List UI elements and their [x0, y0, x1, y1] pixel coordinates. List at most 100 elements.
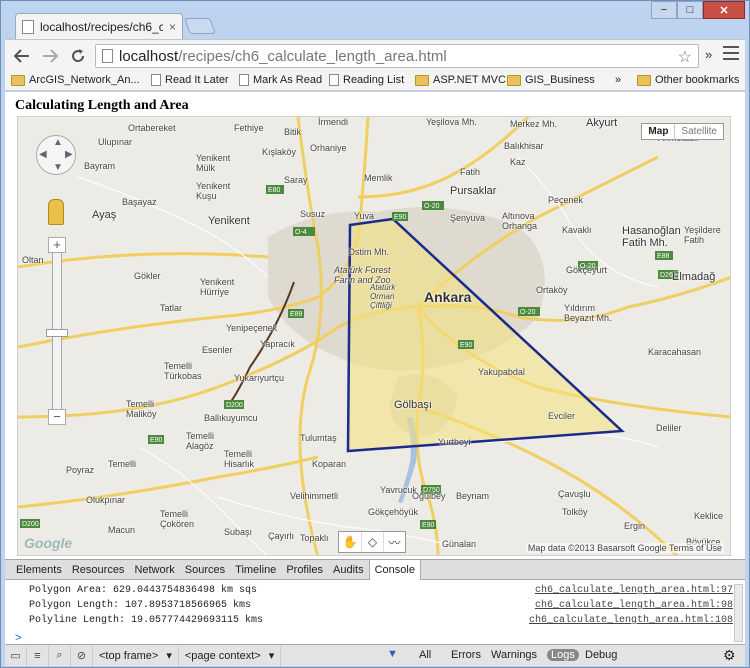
map-label: Hasanoğlan Fatih Mh.: [622, 225, 681, 249]
context-select-label: <page context>: [184, 649, 261, 662]
tab-resources[interactable]: Resources: [67, 560, 130, 580]
map-label: Peçenek: [548, 195, 584, 205]
back-button[interactable]: [11, 45, 33, 67]
minimize-button[interactable]: −: [651, 1, 677, 19]
street-view-pegman-icon[interactable]: [48, 199, 64, 225]
google-map[interactable]: E80 E90 O-20 O-4 E88 O-20 E90 E89 D200 E…: [17, 116, 731, 556]
polyline-tool-icon[interactable]: 〰: [383, 532, 405, 552]
google-logo: Google: [24, 535, 73, 551]
filter-warnings[interactable]: Warnings: [491, 649, 537, 661]
new-tab-button[interactable]: [184, 18, 216, 34]
forward-button[interactable]: [39, 45, 61, 67]
pan-down-icon[interactable]: ▼: [53, 162, 63, 173]
map-label: Ulupınar: [98, 137, 133, 147]
maximize-button[interactable]: □: [677, 1, 703, 19]
map-credit[interactable]: Map data ©2013 Basarsoft Google Terms of…: [525, 543, 724, 553]
bookmark-aspnet[interactable]: ASP.NET MVC: [415, 74, 506, 86]
folder-icon: [637, 74, 651, 86]
web-page: Calculating Length and Area E80 E90 O-20…: [5, 92, 745, 559]
tab-network[interactable]: Network: [129, 560, 179, 580]
svg-text:E90: E90: [150, 437, 163, 444]
map-label: Günalan: [442, 539, 477, 549]
console-source-link[interactable]: ch6_calculate_length_area.html:108: [529, 615, 733, 626]
map-label: Yakupabdal: [478, 367, 525, 377]
map-type-satellite-button[interactable]: Satellite: [674, 124, 723, 139]
map-label: Ortaköy: [536, 285, 568, 295]
pan-left-icon[interactable]: ◀: [39, 149, 47, 160]
map-label: Temelli Alagöz: [186, 431, 215, 451]
address-bar[interactable]: localhost/recipes/ch6_calculate_length_a…: [95, 44, 699, 68]
pan-right-icon[interactable]: ▶: [65, 149, 73, 160]
map-label: Macun: [108, 525, 136, 535]
dock-icon[interactable]: ▭: [5, 645, 27, 666]
dropdown-arrow-icon: ▾: [166, 650, 172, 662]
console-source-link[interactable]: ch6_calculate_length_area.html:98: [535, 600, 733, 611]
map-type-map-button[interactable]: Map: [642, 124, 674, 139]
map-label: Pursaklar: [450, 185, 497, 197]
bookmark-arcgis[interactable]: ArcGIS_Network_An...: [11, 74, 140, 86]
console-source-link[interactable]: ch6_calculate_length_area.html:97: [535, 585, 733, 596]
map-label: Yenikent Hürriye: [200, 277, 235, 297]
close-tab-icon[interactable]: ×: [169, 20, 176, 34]
url-host: localhost: [119, 47, 179, 65]
map-label: Topaklı: [300, 533, 329, 543]
map-label: Ankara: [424, 289, 472, 305]
bookmark-reading-list[interactable]: Reading List: [329, 74, 404, 86]
pan-control[interactable]: ▲ ▼ ◀ ▶: [36, 135, 76, 175]
page-icon: [151, 74, 161, 86]
filter-errors[interactable]: Errors: [451, 649, 481, 661]
tab-sources[interactable]: Sources: [180, 560, 230, 580]
context-select[interactable]: <page context> ▾: [179, 645, 282, 666]
page-icon: [102, 49, 113, 63]
map-label: Tulumtaş: [300, 433, 337, 443]
filter-all[interactable]: All: [419, 649, 431, 661]
zoom-slider-thumb[interactable]: [46, 329, 68, 337]
tab-timeline[interactable]: Timeline: [230, 560, 281, 580]
hand-tool-icon[interactable]: ✋: [339, 532, 361, 552]
map-label: Akyurt: [586, 117, 618, 129]
frame-select-label: <top frame>: [99, 649, 159, 662]
zoom-in-button[interactable]: +: [48, 237, 66, 253]
svg-text:O-20: O-20: [424, 203, 440, 210]
drawer-toggle-icon[interactable]: ≡: [27, 645, 49, 666]
browser-tab[interactable]: localhost/recipes/ch6_calc ×: [15, 13, 183, 39]
map-label: Yenipeçenek: [226, 323, 278, 333]
pan-up-icon[interactable]: ▲: [53, 137, 63, 148]
tab-audits[interactable]: Audits: [328, 560, 369, 580]
bookmarks-overflow[interactable]: »: [615, 74, 621, 86]
map-label: Fethiye: [234, 123, 264, 133]
bookmark-star-icon[interactable]: ☆: [678, 47, 692, 67]
clear-console-icon[interactable]: ⊘: [71, 645, 93, 666]
tab-elements[interactable]: Elements: [11, 560, 67, 580]
tab-profiles[interactable]: Profiles: [281, 560, 328, 580]
filter-icon[interactable]: ▼: [387, 648, 398, 660]
polygon-tool-icon[interactable]: ◇: [361, 532, 383, 552]
bookmark-gis-business[interactable]: GIS_Business: [507, 74, 595, 86]
page-icon: [239, 74, 249, 86]
filter-debug[interactable]: Debug: [585, 649, 617, 661]
svg-text:E90: E90: [460, 342, 473, 349]
filter-logs[interactable]: Logs: [547, 649, 579, 661]
map-label: Ostim Mh.: [348, 247, 390, 257]
reload-button[interactable]: [67, 45, 89, 67]
map-label: Yukarıyurtçu: [234, 373, 285, 383]
bookmark-mark-as-read[interactable]: Mark As Read: [239, 74, 322, 86]
map-label: Gölbaşı: [394, 399, 432, 411]
frame-select[interactable]: <top frame> ▾: [93, 645, 179, 666]
svg-text:D200: D200: [22, 521, 39, 528]
settings-gear-icon[interactable]: ⚙: [723, 647, 736, 664]
console-scrollbar[interactable]: [734, 584, 743, 642]
search-icon[interactable]: ⌕: [49, 645, 71, 666]
extensions-overflow-icon[interactable]: »: [705, 47, 712, 62]
bookmark-read-it-later[interactable]: Read It Later: [151, 74, 229, 86]
folder-icon: [415, 74, 429, 86]
console-line: Polyline Length: 19.057774429693115 kms: [29, 615, 264, 626]
tab-console[interactable]: Console: [368, 559, 421, 580]
close-window-button[interactable]: ✕: [703, 1, 745, 19]
folder-icon: [11, 74, 25, 86]
zoom-out-button[interactable]: −: [48, 409, 66, 425]
bookmark-label: Read It Later: [165, 74, 229, 86]
bookmark-other[interactable]: Other bookmarks: [637, 74, 739, 86]
folder-icon: [507, 74, 521, 86]
menu-icon[interactable]: [723, 46, 739, 60]
